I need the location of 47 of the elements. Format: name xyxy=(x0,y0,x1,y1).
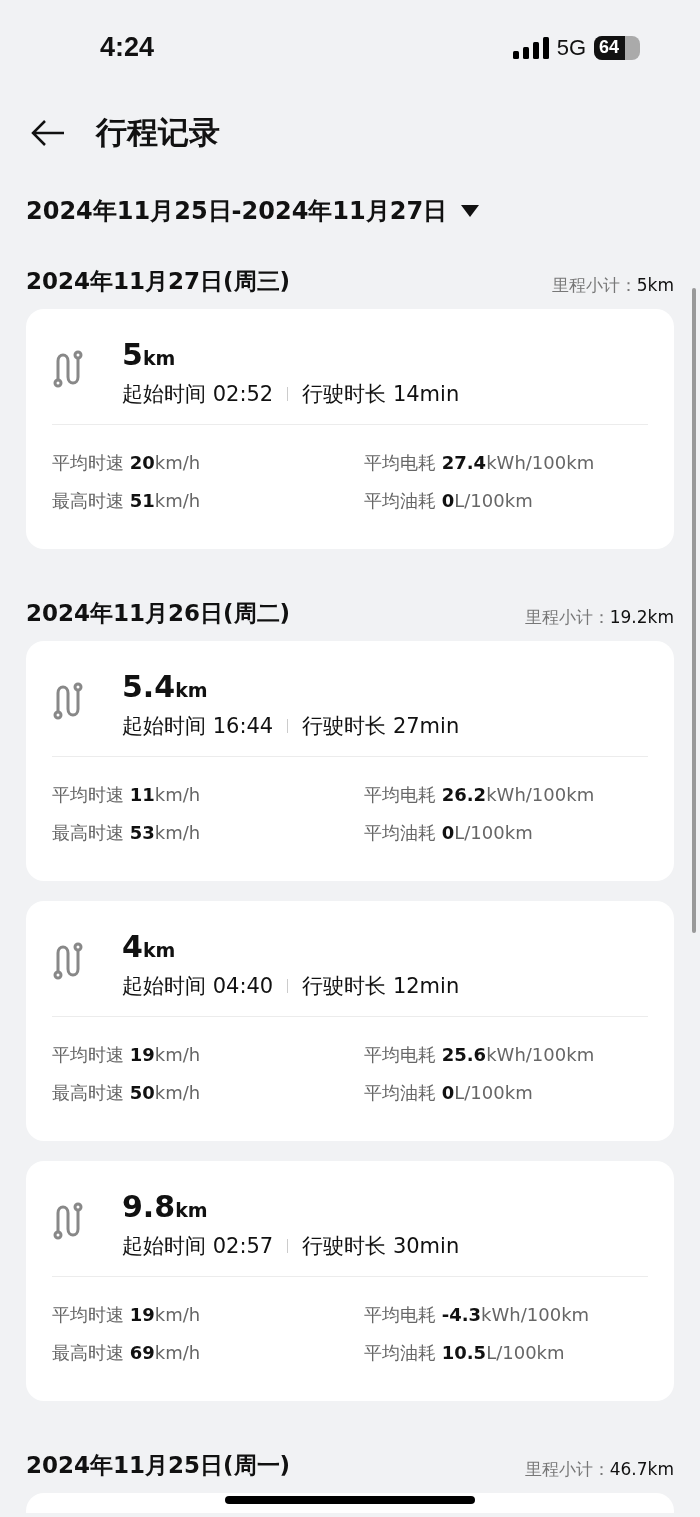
trip-stat: 平均油耗 0L/100km xyxy=(364,1081,534,1105)
network-label: 5G xyxy=(556,34,586,61)
scrollbar[interactable] xyxy=(692,288,696,933)
trip-card[interactable]: 9.8km 起始时间 02:57 行驶时长 30min 平均时速 19km/h 平均电耗 -4.3kWh/100km 最高时速 69km/h 平均油耗 10.5L/100km xyxy=(26,1161,674,1401)
battery-icon: 64 xyxy=(594,35,640,60)
trip-card[interactable]: 4km 起始时间 04:40 行驶时长 12min 平均时速 19km/h 平均电耗 25.6kWh/100km 最高时速 50km/h 平均油耗 0L/100km xyxy=(26,901,674,1141)
trip-distance: 4km xyxy=(122,928,177,966)
drive-duration: 行驶时长 27min xyxy=(302,713,460,740)
day-date: 2024年11月25日(周一) xyxy=(26,1450,291,1480)
back-arrow-icon[interactable] xyxy=(30,118,66,148)
trip-stat: 平均油耗 0L/100km xyxy=(364,821,534,845)
mileage-subtotal: 里程小计：5km xyxy=(551,273,674,297)
day-date: 2024年11月27日(周三) xyxy=(26,266,291,296)
status-time: 4:24 xyxy=(100,32,156,63)
trip-stat: 平均电耗 26.2kWh/100km xyxy=(364,783,596,807)
trip-stat: 平均电耗 -4.3kWh/100km xyxy=(364,1303,591,1327)
trip-stat: 平均时速 20km/h xyxy=(52,451,202,475)
dropdown-caret-icon[interactable] xyxy=(461,205,480,217)
trip-stat: 平均时速 19km/h xyxy=(52,1303,202,1327)
trip-stat: 最高时速 50km/h xyxy=(52,1081,202,1105)
drive-duration: 行驶时长 30min xyxy=(302,1233,460,1260)
start-time: 起始时间 04:40 xyxy=(122,973,274,1000)
trip-distance: 9.8km xyxy=(122,1188,209,1226)
drive-duration: 行驶时长 14min xyxy=(302,381,460,408)
trip-stat: 平均电耗 27.4kWh/100km xyxy=(364,451,596,475)
page-title: 行程记录 xyxy=(96,113,220,152)
date-range-selector[interactable]: 2024年11月25日-2024年11月27日 xyxy=(26,195,448,227)
trip-stat: 最高时速 51km/h xyxy=(52,489,202,513)
trip-stat: 平均电耗 25.6kWh/100km xyxy=(364,1043,596,1067)
trip-stat: 平均油耗 0L/100km xyxy=(364,489,534,513)
trip-stat: 平均时速 19km/h xyxy=(52,1043,202,1067)
mileage-subtotal: 里程小计：19.2km xyxy=(524,605,674,629)
trip-stat: 平均油耗 10.5L/100km xyxy=(364,1341,566,1365)
start-time: 起始时间 02:52 xyxy=(122,381,274,408)
day-date: 2024年11月26日(周二) xyxy=(26,598,291,628)
trip-stat: 最高时速 69km/h xyxy=(52,1341,202,1365)
trip-stat: 最高时速 53km/h xyxy=(52,821,202,845)
start-time: 起始时间 02:57 xyxy=(122,1233,274,1260)
trip-distance: 5.4km xyxy=(122,668,209,706)
trip-card[interactable]: 5km 起始时间 02:52 行驶时长 14min 平均时速 20km/h 平均电耗 27.4kWh/100km 最高时速 51km/h 平均油耗 0L/100km xyxy=(26,309,674,549)
trip-stat: 平均时速 11km/h xyxy=(52,783,202,807)
drive-duration: 行驶时长 12min xyxy=(302,973,460,1000)
mileage-subtotal: 里程小计：46.7km xyxy=(524,1457,674,1481)
trip-distance: 5km xyxy=(122,336,177,374)
signal-icon xyxy=(512,36,549,59)
trip-card[interactable]: 5.4km 起始时间 16:44 行驶时长 27min 平均时速 11km/h 平均电耗 26.2kWh/100km 最高时速 53km/h 平均油耗 0L/100km xyxy=(26,641,674,881)
start-time: 起始时间 16:44 xyxy=(122,713,274,740)
